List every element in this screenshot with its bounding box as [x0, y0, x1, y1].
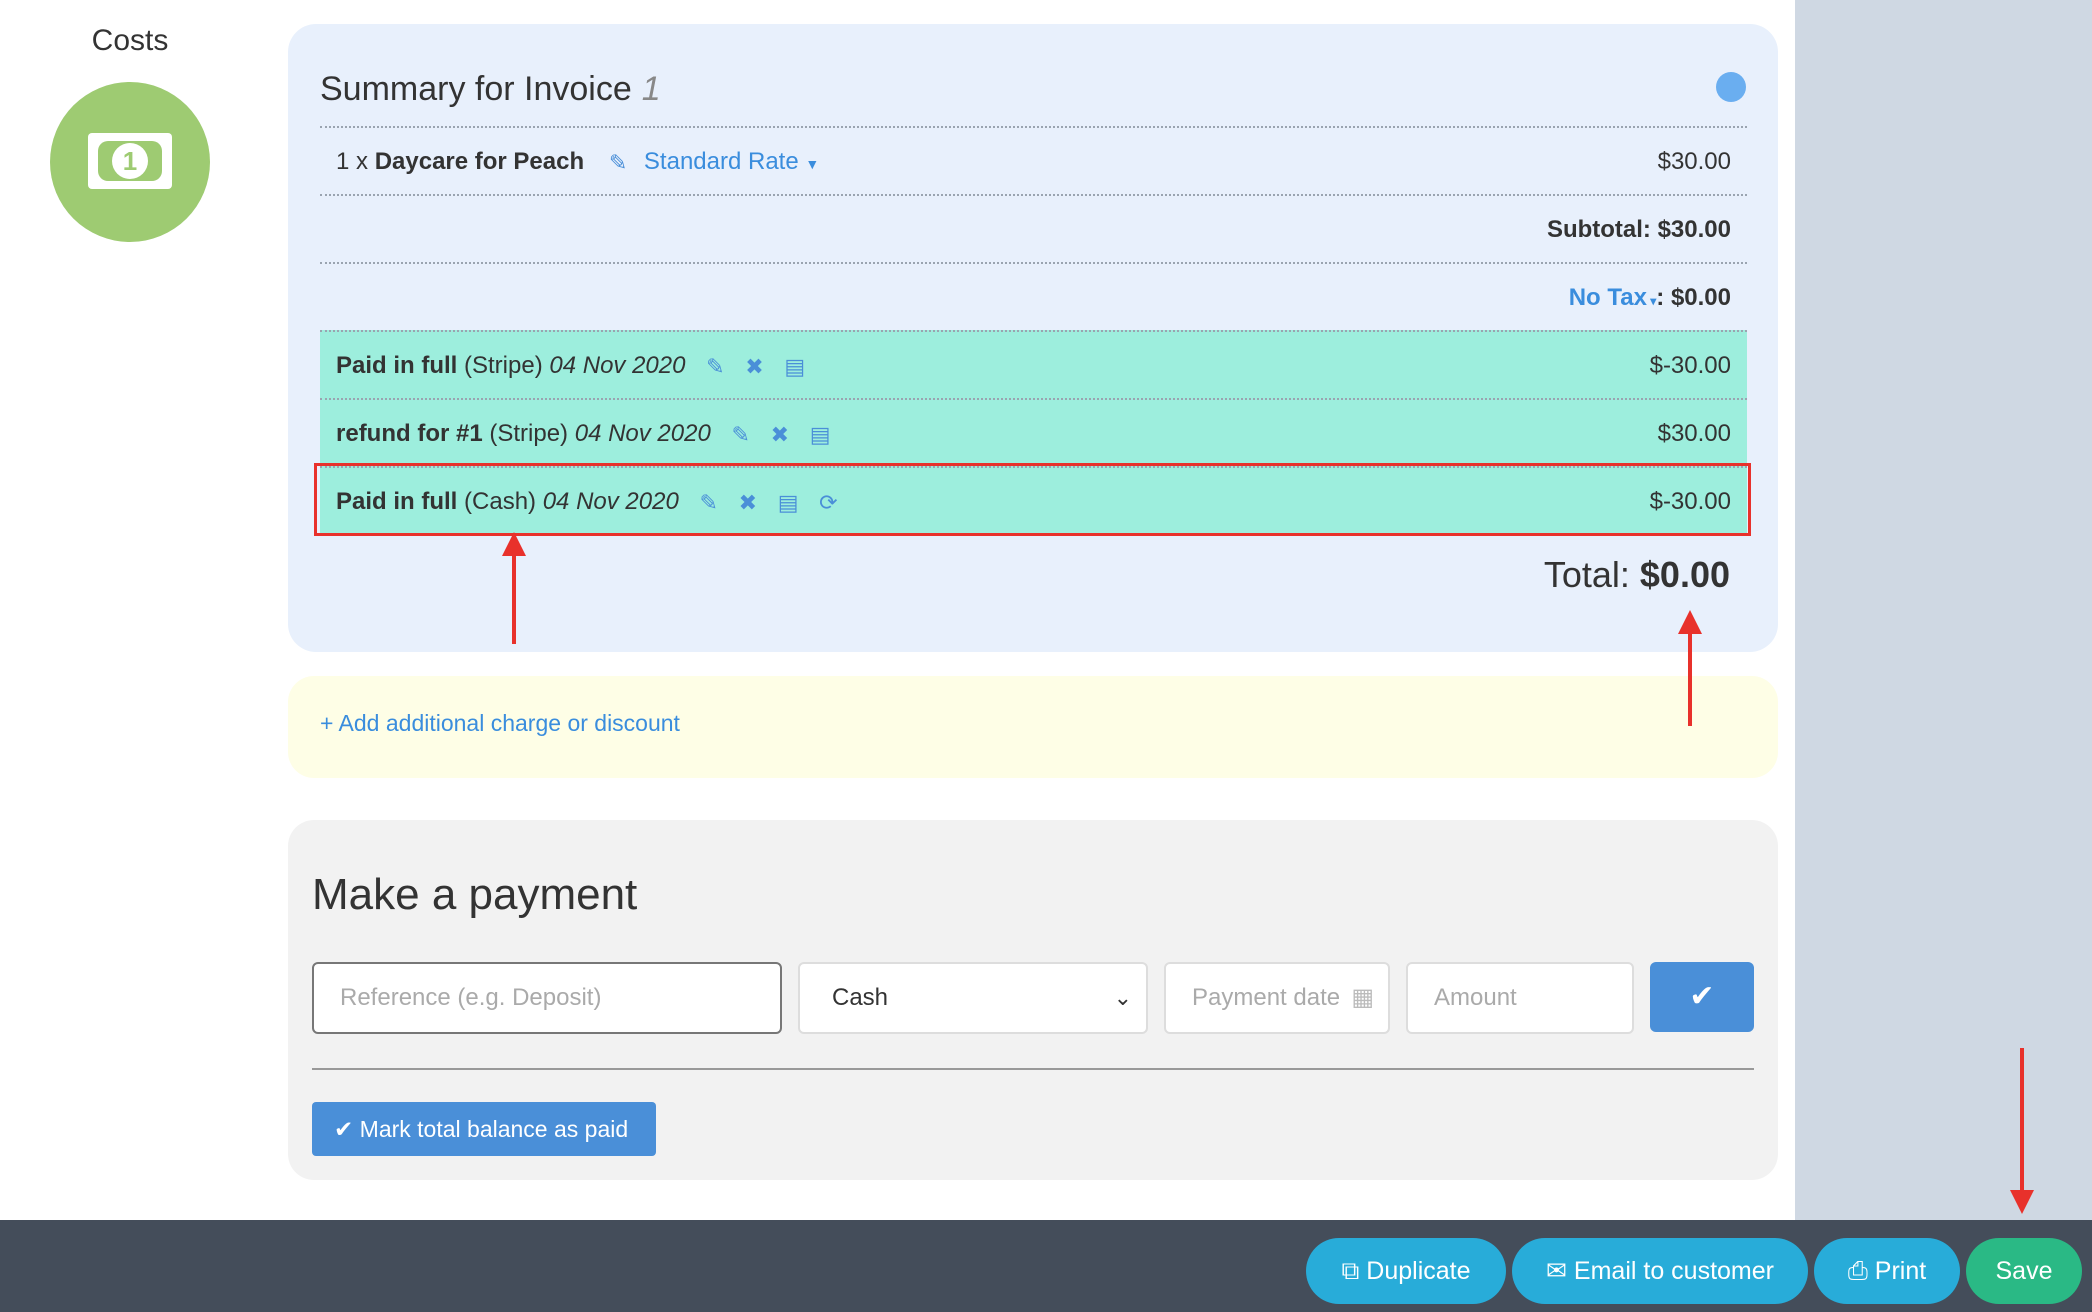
add-charge-link[interactable]: + Add additional charge or discount [320, 676, 680, 770]
copy-icon: ⧉ [1341, 1257, 1360, 1285]
payment-label: refund for #1 [336, 420, 483, 447]
summary-title: Summary for Invoice 1 [320, 70, 661, 108]
pencil-icon[interactable]: ✎ [609, 129, 627, 197]
payment-amount: $-30.00 [1649, 488, 1731, 515]
bill-coin: 1 [112, 143, 148, 179]
payment-date: 04 Nov 2020 [574, 420, 711, 447]
payment-label: Paid in full [336, 488, 458, 515]
costs-badge: 1 [50, 82, 210, 242]
close-icon[interactable]: ✖ [739, 469, 757, 537]
payment-date: 04 Nov 2020 [549, 352, 686, 379]
payment-title: Make a payment [312, 870, 638, 919]
line-item-amount: $30.00 [1657, 148, 1731, 175]
payment-amount: $30.00 [1657, 420, 1731, 447]
caret-down-icon: ▾ [1646, 294, 1657, 308]
tax-amount: : $0.00 [1656, 284, 1731, 311]
payment-row: Paid in full (Stripe) 04 Nov 2020 ✎ ✖ ▤ … [320, 330, 1747, 398]
caret-down-icon: ▼ [805, 156, 820, 172]
close-icon[interactable]: ✖ [745, 333, 763, 401]
divider [312, 1068, 1754, 1070]
tax-dropdown[interactable]: No Tax ▾ [1569, 284, 1657, 311]
amount-input[interactable]: Amount [1406, 962, 1634, 1034]
line-item-qty: 1 x [336, 148, 369, 175]
add-charge-panel: + Add additional charge or discount [288, 676, 1778, 778]
save-button[interactable]: Save [1966, 1238, 2082, 1304]
envelope-icon: ✉ [1546, 1257, 1567, 1285]
tax-row: No Tax ▾: $0.00 [320, 262, 1747, 330]
invoice-number: 1 [641, 70, 661, 108]
chevron-down-icon: ⌄ [1113, 985, 1132, 1010]
calendar-icon: ▦ [1351, 984, 1374, 1011]
line-item-name: Daycare for Peach [374, 148, 585, 175]
check-icon: ✔ [1689, 980, 1715, 1013]
main-content: Costs 1 Summary for Invoice 1 1 x Daycare… [0, 0, 1795, 1212]
check-circle-icon: ✔ [334, 1116, 354, 1142]
receipt-icon[interactable]: ▤ [810, 401, 831, 469]
receipt-icon[interactable]: ▤ [778, 469, 799, 537]
email-button[interactable]: ✉ Email to customer [1512, 1238, 1808, 1304]
payment-panel: Make a payment Cash ⌄ Payment date ▦ Amo… [288, 820, 1778, 1180]
payment-row: refund for #1 (Stripe) 04 Nov 2020 ✎ ✖ ▤… [320, 398, 1747, 466]
reference-input[interactable] [340, 984, 740, 1012]
print-button[interactable]: ⎙ Print [1814, 1238, 1960, 1304]
pencil-icon[interactable]: ✎ [732, 401, 750, 469]
right-sidebar-background [1795, 0, 2092, 1220]
line-item-row: 1 x Daycare for Peach ✎ Standard Rate ▼ … [320, 126, 1747, 194]
pencil-icon[interactable]: ✎ [706, 333, 724, 401]
annotation-arrow-up [1678, 610, 1702, 726]
mark-paid-button[interactable]: ✔ Mark total balance as paid [312, 1102, 656, 1156]
annotation-arrow-down [2010, 1048, 2034, 1214]
receipt-icon[interactable]: ▤ [784, 333, 805, 401]
subtotal: Subtotal: $30.00 [1546, 216, 1731, 243]
payment-date: 04 Nov 2020 [542, 488, 679, 515]
printer-icon: ⎙ [1847, 1257, 1868, 1285]
payment-method: (Cash) [464, 488, 537, 515]
reference-field[interactable] [312, 962, 782, 1034]
confirm-payment-button[interactable]: ✔ [1650, 962, 1754, 1032]
payment-amount: $-30.00 [1649, 352, 1731, 379]
payment-date-input[interactable]: Payment date ▦ [1164, 962, 1390, 1034]
duplicate-button[interactable]: ⧉ Duplicate [1306, 1238, 1506, 1304]
payment-method: (Stripe) [464, 352, 543, 379]
costs-label: Costs [91, 24, 169, 57]
status-dot-icon [1716, 72, 1746, 102]
payment-label: Paid in full [336, 352, 458, 379]
total: Total: $0.00 [1543, 554, 1730, 595]
subtotal-row: Subtotal: $30.00 [320, 194, 1747, 262]
total-value: $0.00 [1639, 554, 1730, 595]
close-icon[interactable]: ✖ [771, 401, 789, 469]
payment-method-select[interactable]: Cash ⌄ [798, 962, 1148, 1034]
pencil-icon[interactable]: ✎ [699, 469, 717, 537]
money-bill-icon: 1 [88, 133, 172, 189]
footer-toolbar: ⧉ Duplicate ✉ Email to customer ⎙ Print … [0, 1220, 2092, 1312]
payment-method: (Stripe) [489, 420, 569, 447]
annotation-arrow-up [502, 532, 526, 644]
rate-dropdown[interactable]: Standard Rate ▼ [644, 148, 819, 175]
payment-row: Paid in full (Cash) 04 Nov 2020 ✎ ✖ ▤ ⟳ … [320, 466, 1747, 534]
refund-icon[interactable]: ⟳ [819, 469, 837, 537]
